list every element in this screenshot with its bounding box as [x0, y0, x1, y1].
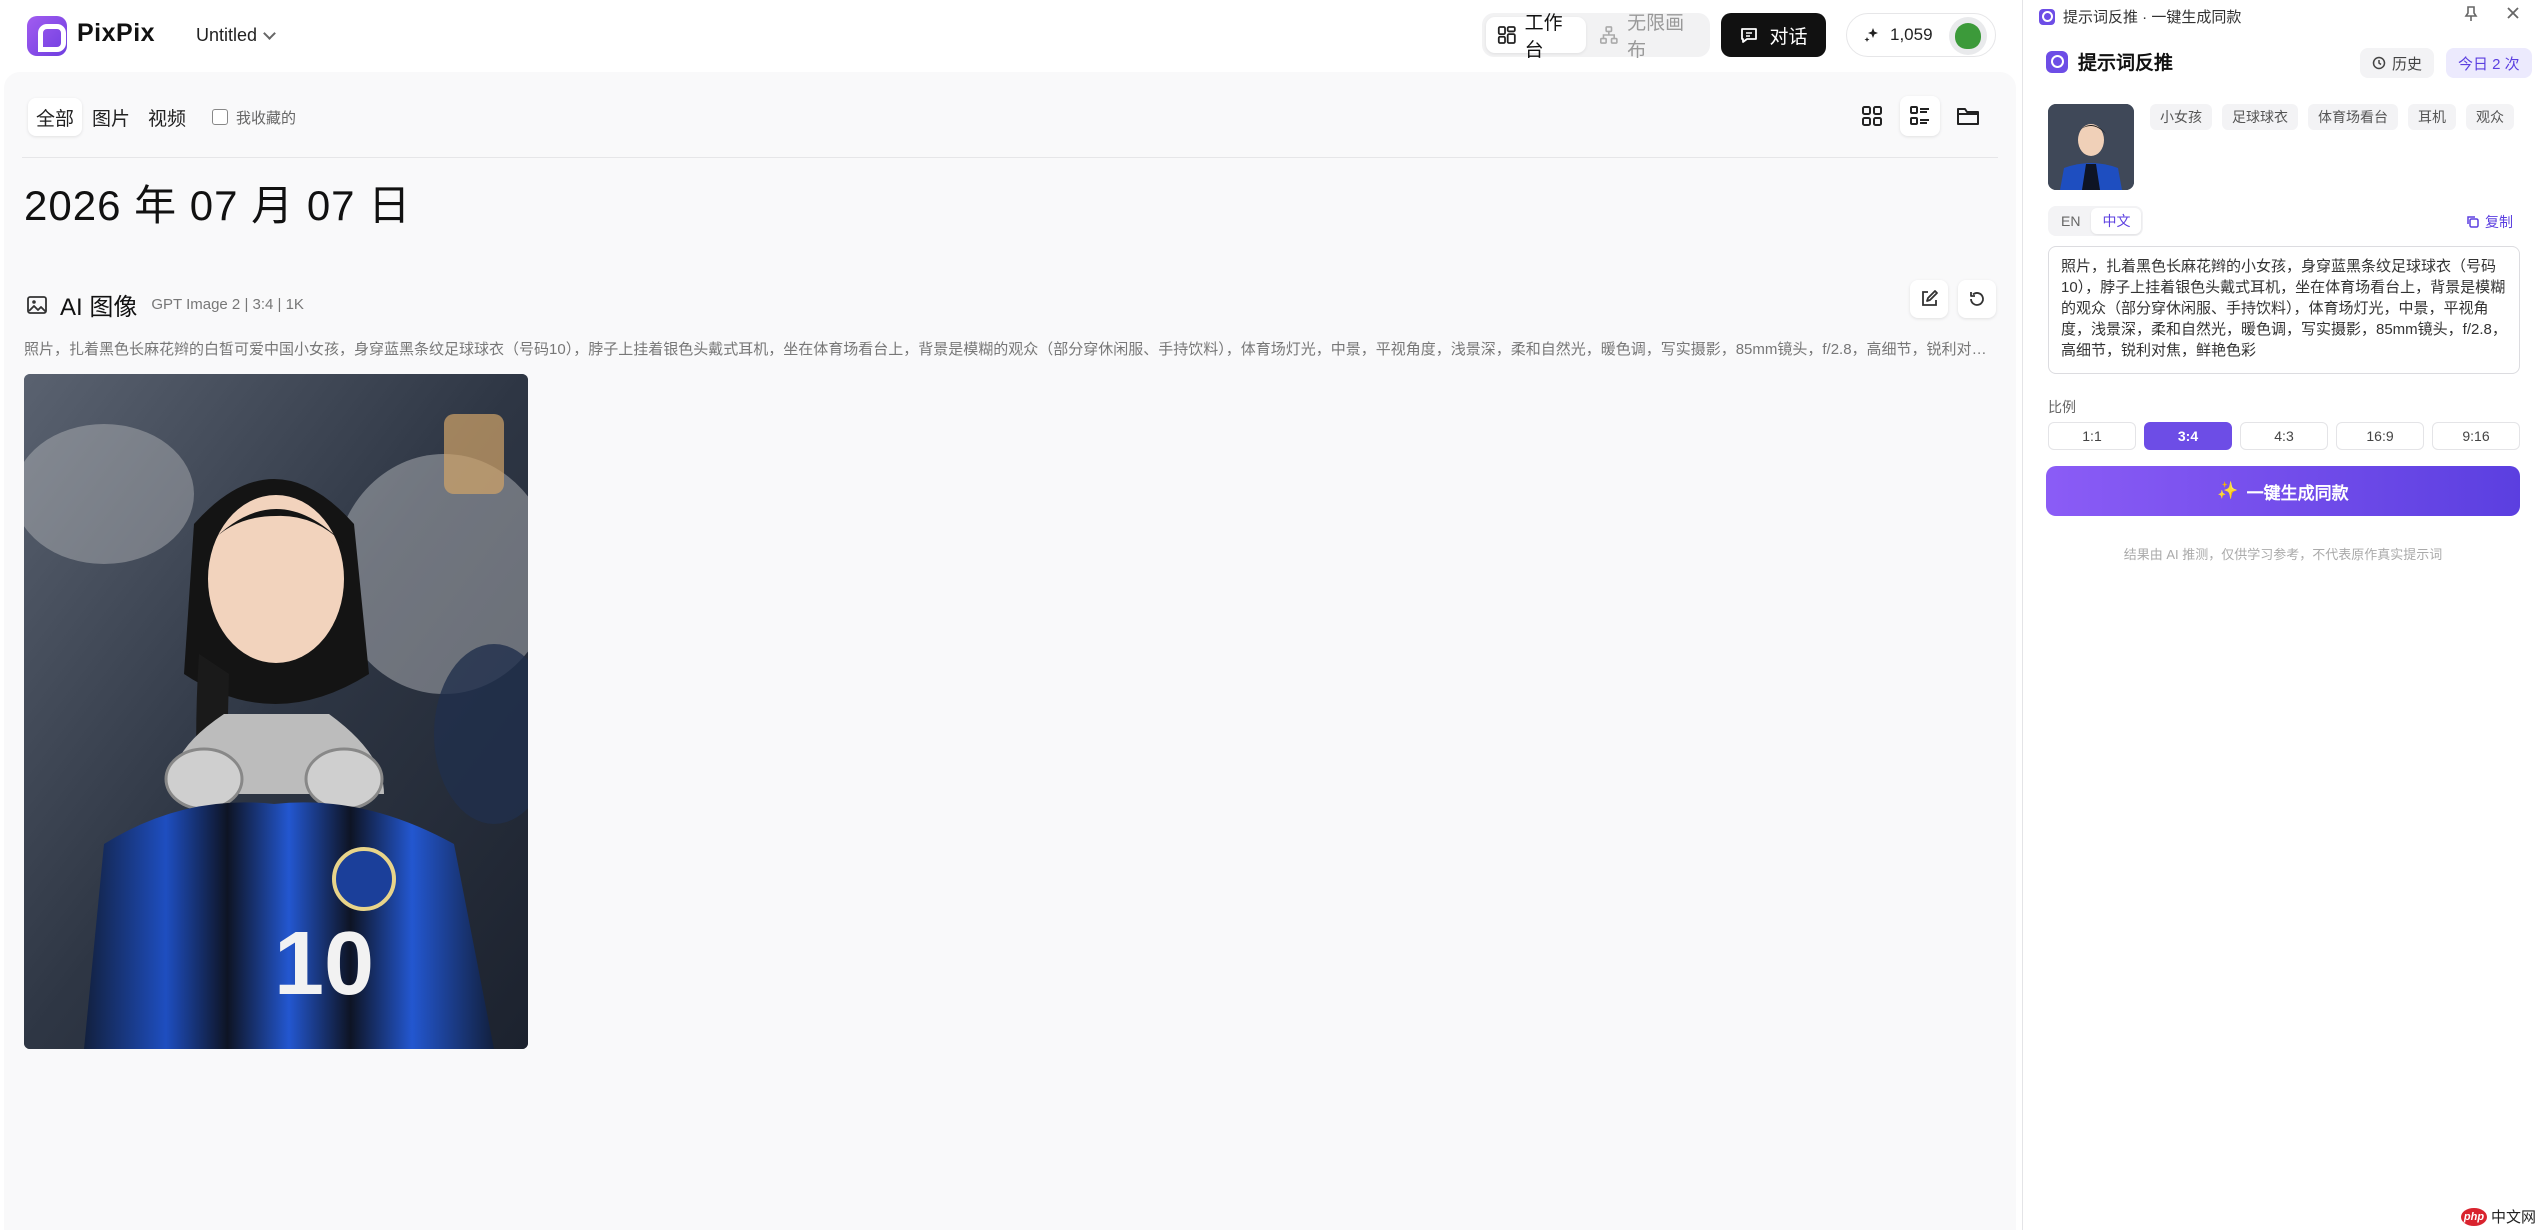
panel-header: 提示词反推 — [2046, 48, 2173, 75]
ratio-option[interactable]: 1:1 — [2048, 422, 2136, 450]
panel-window-controls — [2464, 6, 2520, 22]
filter-tab-videos[interactable]: 视频 — [140, 98, 194, 136]
copy-icon — [2467, 216, 2479, 228]
generate-similar-button[interactable]: ✨ 一键生成同款 — [2046, 466, 2520, 516]
disclaimer: 结果由 AI 推测，仅供学习参考，不代表原作真实提示词 — [2123, 547, 2443, 562]
document-title: Untitled — [196, 25, 258, 45]
document-title-dropdown[interactable]: Untitled — [196, 25, 276, 46]
favorites-label: 我收藏的 — [236, 109, 297, 127]
history-label: 历史 — [2392, 55, 2423, 73]
divider — [22, 157, 1998, 158]
source-photo — [2048, 104, 2134, 190]
tab-workbench[interactable]: 工作台 — [1486, 13, 1587, 61]
panel-window-title-text: 提示词反推 · 一键生成同款 — [2063, 9, 2242, 26]
panel-window-title: 提示词反推 · 一键生成同款 — [2039, 6, 2241, 27]
grid-icon — [1497, 26, 1516, 44]
close-icon[interactable] — [2506, 6, 2520, 20]
sparkle-icon: ✨ — [2217, 481, 2239, 500]
watermark-badge: php — [2461, 1207, 2487, 1226]
pixpix-logo-icon[interactable] — [27, 16, 67, 56]
view-tools — [1852, 96, 1988, 136]
tab-infinite-canvas-label: 无限画布 — [1627, 13, 1685, 61]
ratio-option[interactable]: 4:3 — [2240, 422, 2328, 450]
copy-label: 复制 — [2485, 214, 2513, 230]
lang-zh[interactable]: 中文 — [2091, 208, 2142, 234]
sparkle-icon — [1864, 28, 1878, 42]
language-toggle: EN 中文 — [2048, 206, 2144, 236]
list-view-button[interactable] — [1900, 96, 1940, 136]
result-meta: GPT Image 2 | 3:4 | 1K — [151, 296, 304, 313]
ratio-selector: 1:1 3:4 4:3 16:9 9:16 — [2048, 422, 2520, 450]
history-button[interactable]: 历史 — [2360, 48, 2435, 78]
filter-bar: 全部 图片 视频 我收藏的 — [28, 96, 1992, 138]
generated-photo: 10 — [24, 374, 528, 1049]
today-usage-badge: 今日 2 次 — [2446, 48, 2532, 78]
edit-button[interactable] — [1910, 280, 1948, 318]
site-watermark: php 中文网 — [2461, 1206, 2536, 1227]
workspace: 全部 图片 视频 我收藏的 2026 年 07 月 07 日 AI 图像 GPT… — [4, 72, 2016, 1230]
panel-title: 提示词反推 — [2078, 53, 2174, 74]
result-header: AI 图像 GPT Image 2 | 3:4 | 1K — [26, 287, 304, 322]
favorites-filter[interactable]: 我收藏的 — [212, 107, 296, 128]
edit-icon — [1922, 290, 1938, 306]
image-icon — [27, 295, 47, 314]
media-filter-tabs: 全部 图片 视频 — [28, 98, 194, 136]
chevron-down-icon — [263, 26, 276, 40]
tag-item[interactable]: 观众 — [2466, 104, 2514, 130]
grid-view-button[interactable] — [1852, 96, 1892, 136]
tag-item[interactable]: 小女孩 — [2150, 104, 2212, 130]
top-bar: PixPix Untitled 工作台 无限画布 对话 1,059 — [0, 0, 2022, 72]
pin-icon[interactable] — [2464, 6, 2478, 22]
tag-item[interactable]: 体育场看台 — [2308, 104, 2398, 130]
generated-image[interactable]: 10 — [24, 374, 528, 1049]
ratio-option[interactable]: 3:4 — [2144, 422, 2232, 450]
tag-item[interactable]: 耳机 — [2408, 104, 2456, 130]
keyword-tags: 小女孩 足球球衣 体育场看台 耳机 观众 — [2150, 104, 2514, 130]
tag-item[interactable]: 足球球衣 — [2222, 104, 2298, 130]
app-name[interactable]: PixPix — [77, 19, 155, 48]
prompt-textarea[interactable]: 照片，扎着黑色长麻花辫的小女孩，身穿蓝黑条纹足球球衣（号码10），脖子上挂着银色… — [2048, 246, 2520, 374]
prompt-search-icon — [2039, 8, 2055, 25]
credits-count: 1,059 — [1890, 25, 1933, 44]
filter-tab-all[interactable]: 全部 — [28, 98, 83, 136]
chat-bubble-icon — [1741, 28, 1758, 43]
list-view-icon — [1910, 106, 1929, 125]
user-avatar[interactable] — [1949, 17, 1987, 55]
watermark-text: 中文网 — [2491, 1209, 2537, 1226]
chat-button-label: 对话 — [1769, 26, 1808, 48]
ratio-option[interactable]: 9:16 — [2432, 422, 2520, 450]
ratio-label: 比例 — [2048, 399, 2076, 415]
chat-button[interactable]: 对话 — [1721, 13, 1826, 57]
grid-view-icon — [1862, 106, 1882, 126]
folder-button[interactable] — [1948, 96, 1988, 136]
prompt-search-icon — [2046, 50, 2068, 73]
filter-tab-images[interactable]: 图片 — [84, 98, 138, 136]
refresh-icon — [1970, 292, 1984, 306]
clock-icon — [2372, 56, 2386, 70]
result-title: AI 图像 — [60, 294, 138, 321]
result-prompt: 照片，扎着黑色长麻花辫的白皙可爱中国小女孩，身穿蓝黑条纹足球球衣（号码10），脖… — [24, 341, 1990, 358]
generate-label: 一键生成同款 — [2246, 483, 2349, 503]
ratio-option[interactable]: 16:9 — [2336, 422, 2424, 450]
regenerate-button[interactable] — [1958, 280, 1996, 318]
source-thumbnail[interactable] — [2048, 104, 2134, 190]
tab-workbench-label: 工作台 — [1524, 13, 1563, 61]
svg-text:10: 10 — [274, 914, 374, 1014]
nodes-icon — [1600, 26, 1619, 44]
favorites-checkbox[interactable] — [212, 109, 229, 125]
lang-en[interactable]: EN — [2050, 208, 2091, 234]
copy-button[interactable]: 复制 — [2466, 212, 2513, 232]
tab-infinite-canvas[interactable]: 无限画布 — [1588, 13, 1706, 61]
date-heading: 2026 年 07 月 07 日 — [24, 182, 412, 229]
folder-icon — [1957, 108, 1979, 125]
mode-switch: 工作台 无限画布 — [1482, 13, 1710, 61]
result-actions — [1910, 280, 1996, 318]
